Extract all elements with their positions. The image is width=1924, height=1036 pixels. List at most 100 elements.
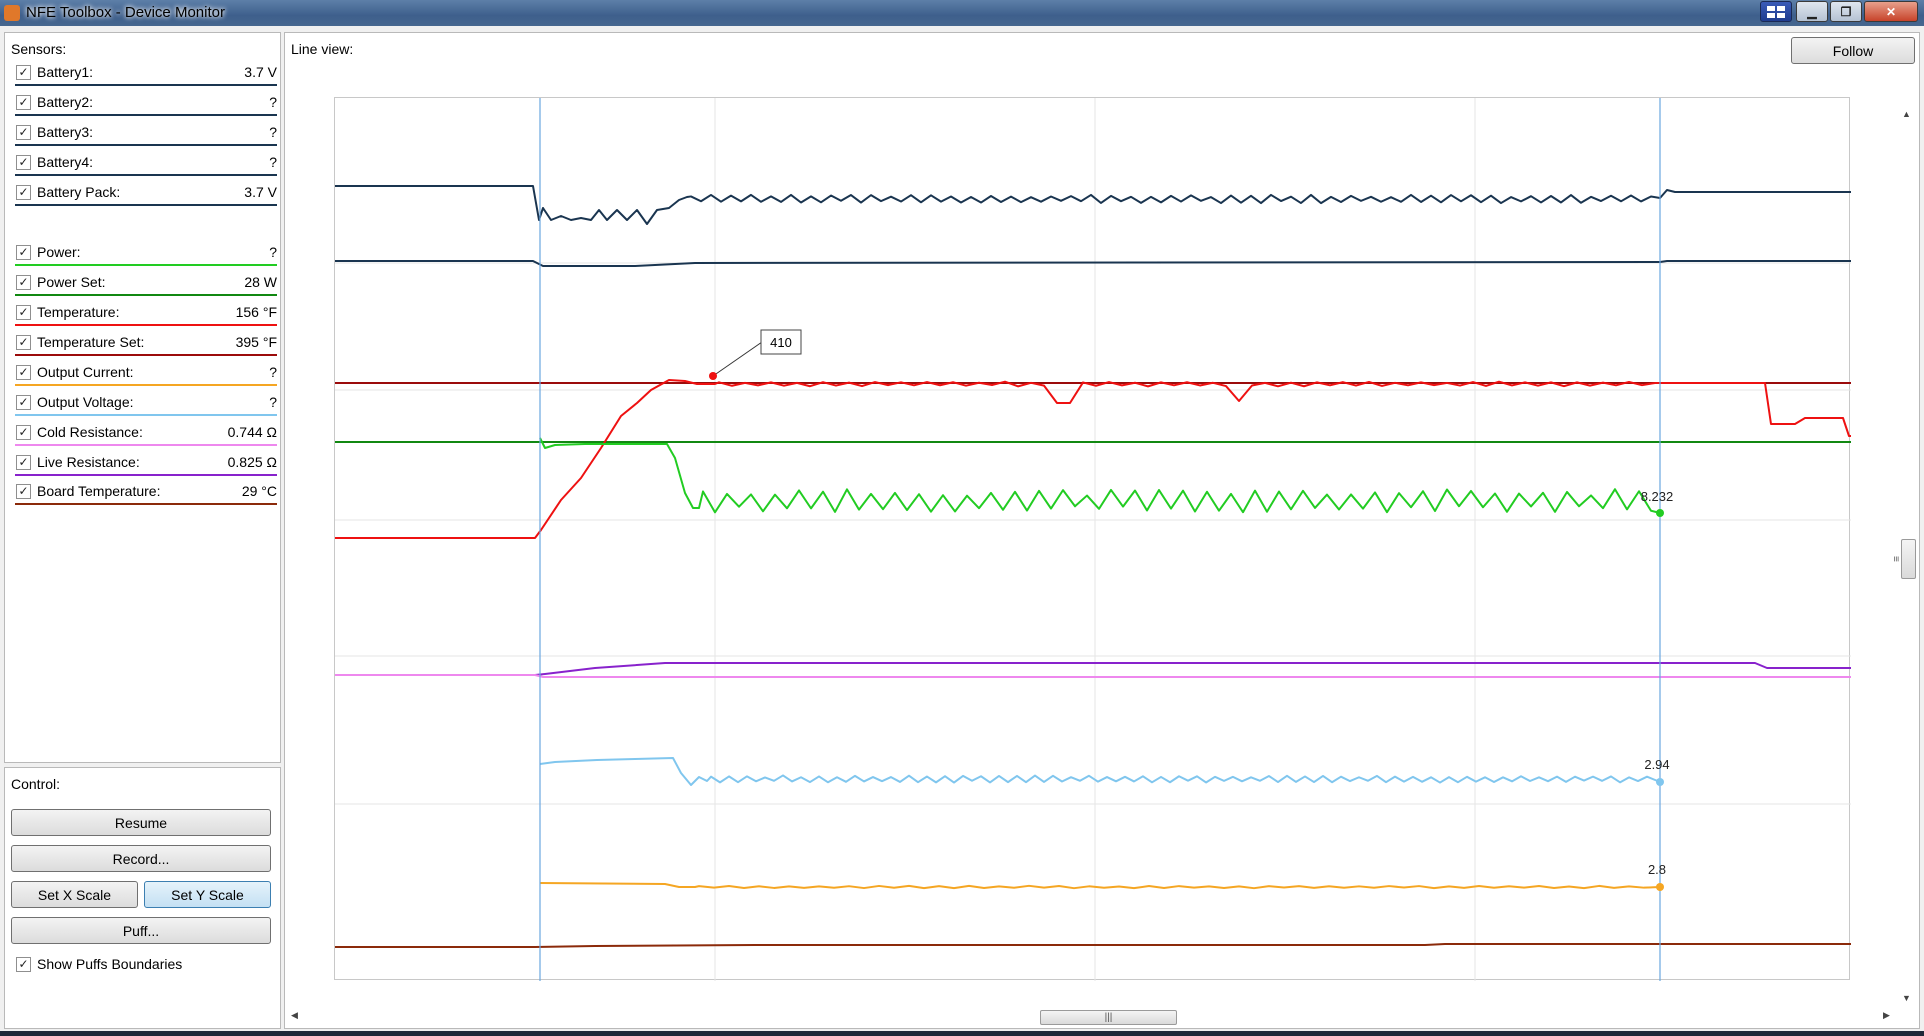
- sensor-row[interactable]: ✓ Battery1: 3.7 V: [11, 60, 277, 90]
- sensor-value: 156 °F: [235, 304, 277, 320]
- arrow-right-icon[interactable]: ▶: [1883, 1010, 1890, 1021]
- show-puffs-boundaries-option[interactable]: ✓ Show Puffs Boundaries: [11, 952, 277, 982]
- sensor-row[interactable]: ✓ Battery3:?: [11, 120, 277, 150]
- sensor-checkbox[interactable]: ✓: [16, 185, 31, 200]
- sensor-value: ?: [269, 94, 277, 110]
- sensor-color-line: [15, 144, 277, 146]
- sensor-value: ?: [269, 394, 277, 410]
- sensor-checkbox[interactable]: ✓: [16, 245, 31, 260]
- data-point-marker: [1656, 509, 1664, 517]
- minimize-icon: ▁: [1807, 4, 1817, 19]
- annotation-leader-line: [712, 341, 763, 377]
- vertical-scroll-thumb[interactable]: ≡: [1890, 539, 1916, 579]
- sensor-label: Output Voltage:: [37, 394, 134, 410]
- sensor-color-line: [15, 84, 277, 86]
- arrow-left-icon[interactable]: ◀: [291, 1010, 298, 1021]
- sensor-label: Cold Resistance:: [37, 424, 143, 440]
- sensor-color-line: [15, 503, 277, 505]
- temperature-series-line: [335, 379, 1851, 539]
- sensor-checkbox[interactable]: ✓: [16, 335, 31, 350]
- sensor-label: Board Temperature:: [37, 483, 161, 499]
- sensor-value: 29 °C: [241, 483, 277, 499]
- follow-button[interactable]: Follow: [1791, 37, 1915, 64]
- sensor-checkbox[interactable]: ✓: [16, 125, 31, 140]
- output-voltage-series-line: [539, 757, 1661, 786]
- sensor-checkbox[interactable]: ✓: [16, 275, 31, 290]
- sensor-checkbox[interactable]: ✓: [16, 155, 31, 170]
- show-puffs-boundaries-checkbox[interactable]: ✓: [16, 957, 31, 972]
- sensor-value: 0.825 Ω: [227, 454, 277, 470]
- sensor-checkbox[interactable]: ✓: [16, 455, 31, 470]
- minimize-button[interactable]: ▁: [1796, 1, 1828, 22]
- data-value-label: 2.94: [1644, 757, 1669, 772]
- sensor-row[interactable]: ✓ Power:?: [11, 240, 277, 270]
- sensor-value: 28 W: [244, 274, 277, 290]
- sensor-color-line: [15, 264, 277, 266]
- puff-button[interactable]: Puff...: [11, 917, 271, 944]
- sensor-row[interactable]: ✓ Live Resistance: 0.825 Ω: [11, 450, 277, 480]
- sensor-checkbox[interactable]: ✓: [16, 484, 31, 499]
- sensor-row[interactable]: ✓ Battery2:?: [11, 90, 277, 120]
- record-button[interactable]: Record...: [11, 845, 271, 872]
- sensors-panel: Sensors: ✓ Battery1: 3.7 V ✓ Battery2:? ✓ Batt…: [4, 32, 281, 763]
- sensor-color-line: [15, 444, 277, 446]
- sensor-row[interactable]: ✓ Battery4:?: [11, 150, 277, 180]
- sensor-checkbox[interactable]: ✓: [16, 65, 31, 80]
- sensor-checkbox[interactable]: ✓: [16, 95, 31, 110]
- sensor-row[interactable]: ✓ Output Current:?: [11, 360, 277, 390]
- set-x-scale-button[interactable]: Set X Scale: [11, 881, 138, 908]
- layout-icon[interactable]: [1760, 1, 1792, 22]
- data-value-label: 8.232: [1641, 489, 1674, 504]
- sensor-checkbox[interactable]: ✓: [16, 425, 31, 440]
- sensor-value: ?: [269, 154, 277, 170]
- sensor-value: ?: [269, 124, 277, 140]
- horizontal-scroll-thumb[interactable]: |||: [1040, 1010, 1177, 1025]
- sensor-row[interactable]: ✓ Battery Pack: 3.7 V: [11, 180, 277, 210]
- window-title: NFE Toolbox - Device Monitor: [26, 4, 225, 21]
- data-point-marker: [1656, 778, 1664, 786]
- arrow-down-icon[interactable]: ▼: [1902, 993, 1911, 1003]
- sensor-row[interactable]: ✓ Board Temperature: 29 °C: [11, 479, 277, 509]
- sensor-checkbox[interactable]: ✓: [16, 365, 31, 380]
- sensor-color-line: [15, 204, 277, 206]
- data-value-label: 2.8: [1648, 862, 1666, 877]
- sensor-row[interactable]: ✓ Temperature Set: 395 °F: [11, 330, 277, 360]
- sensor-color-line: [15, 324, 277, 326]
- vertical-scrollbar[interactable]: ▲ ≡ ▼: [1890, 109, 1919, 1006]
- sensor-label: Battery Pack:: [37, 184, 121, 200]
- sensor-row[interactable]: ✓ Power Set: 28 W: [11, 270, 277, 300]
- maximize-button[interactable]: ❐: [1830, 1, 1862, 22]
- control-panel: Control: Resume Record... Set X Scale Se…: [4, 767, 281, 1029]
- app-icon: [4, 5, 20, 21]
- resume-button[interactable]: Resume: [11, 809, 271, 836]
- data-point-marker: [1656, 883, 1664, 891]
- sensor-label: Temperature Set:: [37, 334, 145, 350]
- annotation-label: 410: [770, 335, 792, 350]
- sensors-header: Sensors:: [11, 41, 67, 57]
- show-puffs-boundaries-label: Show Puffs Boundaries: [37, 956, 183, 972]
- sensor-row[interactable]: ✓ Cold Resistance: 0.744 Ω: [11, 420, 277, 450]
- sensor-label: Temperature:: [37, 304, 120, 320]
- sensor-value: ?: [269, 244, 277, 260]
- set-y-scale-button[interactable]: Set Y Scale: [144, 881, 271, 908]
- line-chart[interactable]: 410 8.232 2.94 2.8: [334, 97, 1851, 981]
- arrow-up-icon[interactable]: ▲: [1902, 109, 1911, 119]
- sensor-color-line: [15, 114, 277, 116]
- sensor-value: 0.744 Ω: [227, 424, 277, 440]
- sensor-color-line: [15, 384, 277, 386]
- data-point-marker: [709, 372, 717, 380]
- control-header: Control:: [11, 776, 61, 792]
- sensor-checkbox[interactable]: ✓: [16, 305, 31, 320]
- sensor-color-line: [15, 354, 277, 356]
- horizontal-scrollbar[interactable]: ◀ ||| ▶: [285, 1007, 1899, 1027]
- sensor-label: Output Current:: [37, 364, 134, 380]
- sensor-color-line: [15, 474, 277, 476]
- sensor-color-line: [15, 414, 277, 416]
- title-bar[interactable]: NFE Toolbox - Device Monitor ▁ ❐ ✕: [0, 0, 1924, 26]
- sensor-row[interactable]: ✓ Temperature: 156 °F: [11, 300, 277, 330]
- sensor-label: Battery4:: [37, 154, 94, 170]
- sensor-checkbox[interactable]: ✓: [16, 395, 31, 410]
- line-view-panel: Line view: Follow 410 8.232 2.94 2.8 ▲ ≡ ▼ …: [284, 32, 1920, 1029]
- close-button[interactable]: ✕: [1864, 1, 1918, 22]
- sensor-row[interactable]: ✓ Output Voltage:?: [11, 390, 277, 420]
